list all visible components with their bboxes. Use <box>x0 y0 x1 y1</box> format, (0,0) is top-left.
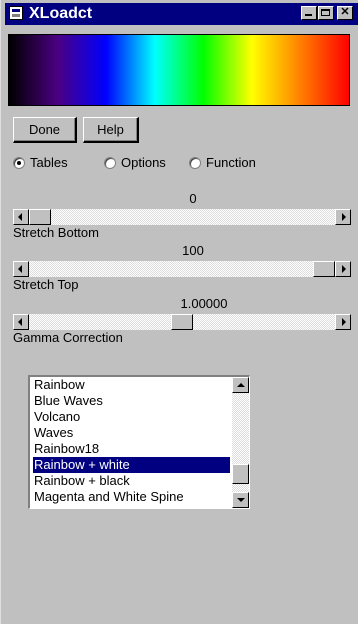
list-item[interactable]: Volcano <box>33 409 230 425</box>
list-scrollbar[interactable] <box>232 377 249 508</box>
stretch-top-thumb[interactable] <box>313 261 335 277</box>
gamma-slider[interactable] <box>13 314 351 330</box>
radio-label: Tables <box>30 155 68 170</box>
radio-label: Options <box>121 155 166 170</box>
list-item[interactable]: Rainbow + white <box>33 457 230 473</box>
app-icon[interactable] <box>9 6 23 20</box>
color-table-list[interactable]: Rainbow Blue Waves Volcano Waves Rainbow18 Ra… <box>28 375 250 509</box>
title-bar[interactable]: XLoadct ✕ <box>5 3 358 25</box>
scroll-right-arrow[interactable] <box>335 261 351 277</box>
color-table-preview <box>8 34 350 106</box>
minimize-icon <box>305 14 312 16</box>
radio-circle <box>189 157 201 169</box>
maximize-icon <box>321 9 330 16</box>
stretch-bottom-slider[interactable] <box>13 209 351 225</box>
list-item[interactable]: Rainbow + black <box>33 473 230 489</box>
scroll-down-arrow[interactable] <box>232 492 249 508</box>
help-button[interactable]: Help <box>83 117 139 143</box>
close-button[interactable]: ✕ <box>337 6 353 20</box>
list-item[interactable]: Rainbow18 <box>33 441 230 457</box>
gamma-thumb[interactable] <box>171 314 193 330</box>
stretch-bottom-label: Stretch Bottom <box>13 225 99 240</box>
close-icon: ✕ <box>340 6 350 18</box>
list-scroll-thumb[interactable] <box>232 464 249 484</box>
scroll-left-arrow[interactable] <box>13 314 29 330</box>
stretch-bottom-thumb[interactable] <box>29 209 51 225</box>
list-items: Rainbow Blue Waves Volcano Waves Rainbow18 Ra… <box>33 377 230 505</box>
list-item[interactable]: Waves <box>33 425 230 441</box>
scroll-left-arrow[interactable] <box>13 209 29 225</box>
gamma-value: 1.00000 <box>180 296 228 311</box>
scroll-up-arrow[interactable] <box>232 377 249 393</box>
radio-circle <box>13 157 25 169</box>
radio-dot <box>17 161 21 165</box>
radio-label: Function <box>206 155 256 170</box>
scroll-left-arrow[interactable] <box>13 261 29 277</box>
stretch-top-label: Stretch Top <box>13 277 79 292</box>
list-item[interactable]: Magenta and White Spine <box>33 489 230 505</box>
scroll-right-arrow[interactable] <box>335 209 351 225</box>
stretch-top-value: 100 <box>182 243 204 258</box>
stretch-top-slider[interactable] <box>13 261 351 277</box>
done-button[interactable]: Done <box>13 117 77 143</box>
xloadct-window: XLoadct ✕ Done Help Tables Options Funct… <box>0 0 358 624</box>
window-title: XLoadct <box>29 5 93 22</box>
radio-circle <box>104 157 116 169</box>
list-item[interactable]: Blue Waves <box>33 393 230 409</box>
gamma-label: Gamma Correction <box>13 330 123 345</box>
scroll-right-arrow[interactable] <box>335 314 351 330</box>
minimize-button[interactable] <box>301 6 317 20</box>
maximize-button[interactable] <box>318 6 334 20</box>
list-item[interactable]: Rainbow <box>33 377 230 393</box>
stretch-bottom-value: 0 <box>189 191 197 206</box>
